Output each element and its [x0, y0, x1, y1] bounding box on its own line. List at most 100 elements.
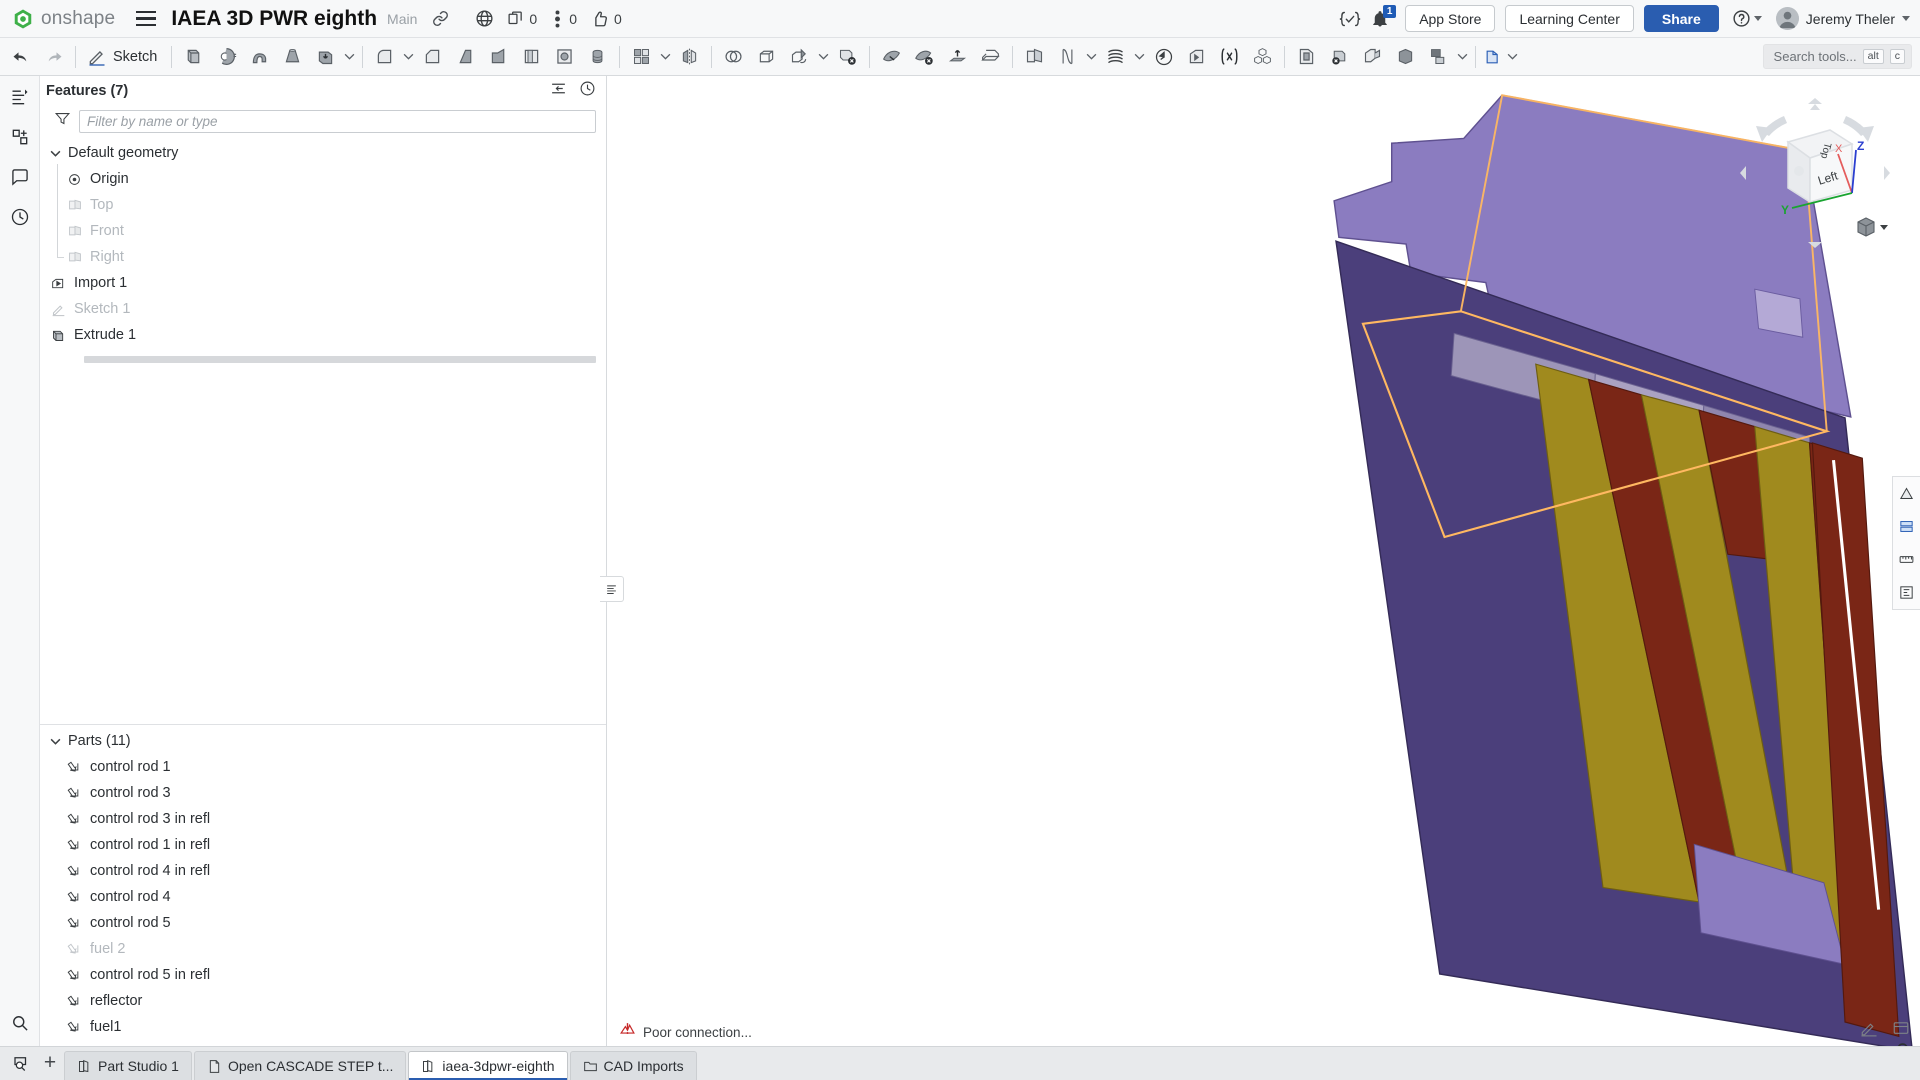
boolean-icon[interactable] [717, 40, 750, 73]
chevron-down-icon[interactable] [50, 150, 61, 157]
delete-face-icon[interactable] [908, 40, 941, 73]
cad-model-render[interactable] [607, 76, 1920, 1046]
help-icon[interactable] [1727, 4, 1757, 34]
mirror-icon[interactable] [673, 40, 706, 73]
feature-history-icon[interactable] [579, 80, 596, 102]
display-state-button[interactable] [1481, 47, 1505, 67]
part-list-item[interactable]: control rod 1 [40, 754, 606, 780]
curve-icon[interactable] [1051, 40, 1084, 73]
draft-icon[interactable] [449, 40, 482, 73]
user-chevron-down-icon[interactable] [1902, 16, 1910, 21]
part-list-item[interactable]: reflector [40, 988, 606, 1014]
chamfer-icon[interactable] [416, 40, 449, 73]
pattern-chevron-down-icon[interactable] [658, 40, 673, 73]
part-list-item[interactable]: control rod 1 in refl [40, 832, 606, 858]
filter-icon[interactable] [54, 110, 71, 132]
tree-item-origin[interactable]: Origin [40, 164, 606, 192]
helix-chevron-down-icon[interactable] [1132, 40, 1147, 73]
feature-list-panel-icon[interactable] [5, 82, 35, 112]
solid-body-icon[interactable] [1389, 40, 1422, 73]
redo-icon[interactable] [37, 40, 70, 73]
assembly-parts-icon[interactable] [1246, 40, 1279, 73]
undo-icon[interactable] [4, 40, 37, 73]
part-list-item[interactable]: fuel1 [40, 1014, 606, 1040]
tree-item-top[interactable]: Top [40, 190, 606, 218]
view-settings-icon[interactable] [1892, 1019, 1910, 1042]
curve-chevron-down-icon[interactable] [1084, 40, 1099, 73]
onshape-logo-icon[interactable] [10, 6, 36, 32]
document-search-icon[interactable] [5, 1008, 35, 1038]
document-tab[interactable]: CAD Imports [569, 1051, 697, 1080]
add-tab-button[interactable]: + [36, 1048, 64, 1078]
plane-icon[interactable] [1018, 40, 1051, 73]
part-list-item[interactable]: control rod 3 in refl [40, 806, 606, 832]
tree-item-extrude-1[interactable]: Extrude 1 [40, 322, 606, 348]
document-tab[interactable]: Part Studio 1 [64, 1051, 192, 1080]
notifications-button[interactable]: 1 [1365, 4, 1397, 34]
hole-icon[interactable] [548, 40, 581, 73]
collapse-panel-button[interactable] [600, 576, 624, 602]
delete-part-icon[interactable] [831, 40, 864, 73]
fillet-chevron-down-icon[interactable] [401, 40, 416, 73]
graphics-area[interactable]: Top Left X Z Y Poor connection... [607, 76, 1920, 1046]
features-filter-input[interactable] [79, 109, 596, 133]
section-view-icon[interactable] [1893, 477, 1920, 510]
revolve-icon[interactable] [210, 40, 243, 73]
history-icon[interactable] [5, 202, 35, 232]
rollback-icon[interactable] [550, 80, 567, 102]
globe-icon[interactable] [469, 4, 499, 34]
tree-item-default-geometry[interactable]: Default geometry [40, 140, 606, 166]
clock-icon[interactable] [1147, 40, 1180, 73]
import-derived-icon[interactable] [1180, 40, 1213, 73]
view-cube[interactable]: Top Left X Z Y [1740, 98, 1890, 248]
transform-chevron-down-icon[interactable] [816, 40, 831, 73]
part-list-item[interactable]: control rod 3 [40, 780, 606, 806]
shell-icon[interactable] [515, 40, 548, 73]
avatar[interactable] [1775, 7, 1799, 30]
split-icon[interactable] [750, 40, 783, 73]
helix-icon[interactable] [1099, 40, 1132, 73]
comments-icon[interactable] [5, 162, 35, 192]
delete-body-icon[interactable] [1323, 40, 1356, 73]
move-face-icon[interactable] [941, 40, 974, 73]
app-store-button[interactable]: App Store [1405, 5, 1496, 32]
branches-counter[interactable]: 0 [551, 9, 577, 28]
thread-icon[interactable] [581, 40, 614, 73]
solids-chevron-down-icon[interactable] [342, 40, 357, 73]
learning-center-button[interactable]: Learning Center [1505, 5, 1634, 32]
feature-script-icon[interactable] [1335, 4, 1365, 34]
render-chevron-down-icon[interactable] [1455, 40, 1470, 73]
sheet-metal-icon[interactable] [1356, 40, 1389, 73]
main-menu-button[interactable] [131, 10, 161, 27]
fillet-icon[interactable] [368, 40, 401, 73]
thicken-icon[interactable] [309, 40, 342, 73]
document-tab-active[interactable]: iaea-3dpwr-eighth [408, 1051, 568, 1080]
tree-item-import-1[interactable]: Import 1 [40, 270, 606, 296]
tree-item-sketch-1[interactable]: Sketch 1 [40, 296, 606, 322]
chevron-down-icon[interactable] [50, 738, 61, 745]
display-states-icon[interactable] [1893, 510, 1920, 543]
part-list-item[interactable]: control rod 4 [40, 884, 606, 910]
likes-counter[interactable]: 0 [591, 10, 622, 28]
sweep-icon[interactable] [243, 40, 276, 73]
transform-icon[interactable] [783, 40, 816, 73]
copies-counter[interactable]: 0 [507, 10, 537, 27]
pattern-icon[interactable] [625, 40, 658, 73]
rib-icon[interactable] [482, 40, 515, 73]
tree-item-right[interactable]: Right [40, 242, 606, 270]
measure-icon[interactable] [1893, 543, 1920, 576]
tab-search-icon[interactable] [6, 1048, 36, 1078]
sketch-button[interactable]: Sketch [81, 42, 166, 72]
variable-icon[interactable] [1213, 40, 1246, 73]
document-tab[interactable]: Open CASCADE STEP t... [193, 1051, 407, 1080]
link-icon[interactable] [425, 4, 455, 34]
part-list-item[interactable]: control rod 5 in refl [40, 962, 606, 988]
sketch-display-icon[interactable] [1860, 1019, 1878, 1042]
part-list-item[interactable]: control rod 5 [40, 910, 606, 936]
loft-icon[interactable] [276, 40, 309, 73]
rollback-bar[interactable] [84, 356, 596, 363]
render-studio-icon[interactable] [1422, 40, 1455, 73]
enclose-icon[interactable] [974, 40, 1007, 73]
tree-item-front[interactable]: Front [40, 216, 606, 244]
display-state-chevron-down-icon[interactable] [1505, 40, 1520, 73]
